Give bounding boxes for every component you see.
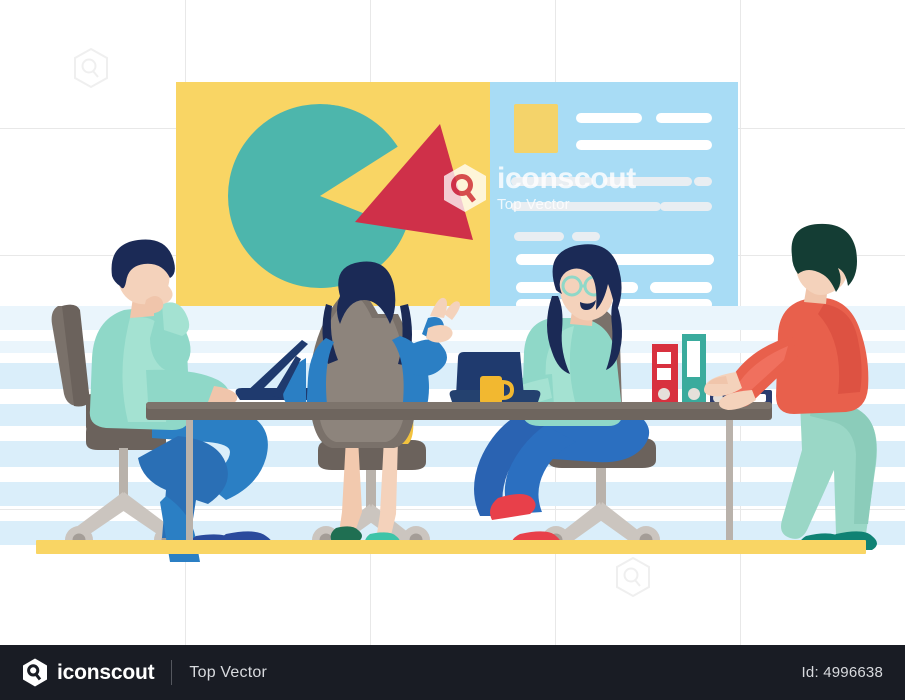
binder-red bbox=[652, 344, 678, 406]
brand-name: iconscout bbox=[57, 660, 155, 684]
asset-id-label: Id: 4996638 bbox=[801, 664, 883, 681]
iconscout-hex-watermark-icon bbox=[74, 47, 108, 89]
brand-block[interactable]: iconscout bbox=[22, 658, 155, 687]
brand-tagline: Top Vector bbox=[189, 663, 267, 681]
desk-leg-left bbox=[186, 420, 193, 552]
footer-divider bbox=[171, 660, 173, 685]
footer-bar: iconscout Top Vector Id: 4996638 bbox=[0, 645, 905, 700]
presentation-board-yellow bbox=[176, 82, 490, 306]
board-accent-square bbox=[514, 104, 558, 153]
iconscout-logo-icon bbox=[23, 658, 47, 687]
floor-strip bbox=[36, 540, 866, 554]
desk-leg-right bbox=[726, 420, 733, 552]
binder-teal bbox=[682, 334, 706, 406]
iconscout-hex-watermark-icon bbox=[616, 556, 650, 598]
illustration-canvas: iconscout Top Vector bbox=[0, 0, 905, 645]
meeting-illustration bbox=[0, 82, 905, 562]
